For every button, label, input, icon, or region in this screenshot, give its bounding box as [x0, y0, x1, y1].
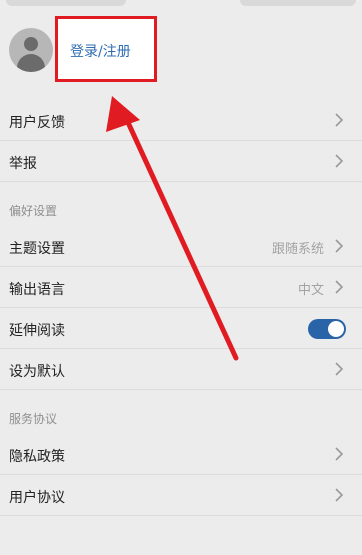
avatar-body [17, 54, 45, 72]
avatar-head [24, 37, 38, 51]
row-report[interactable]: 举报 [0, 141, 362, 182]
row-privacy-policy[interactable]: 隐私政策 [0, 434, 362, 475]
row-label: 设为默认 [9, 364, 65, 380]
chevron-right-icon [335, 362, 344, 376]
row-extended-reading: 延伸阅读 [0, 308, 362, 349]
chevron-right-icon [335, 488, 344, 502]
login-register-link[interactable]: 登录/注册 [70, 41, 131, 61]
section-title-service: 服务协议 [9, 412, 58, 426]
row-user-agreement[interactable]: 用户协议 [0, 475, 362, 516]
settings-screen: 登录/注册 用户反馈 举报 偏好设置 主题设置 跟随系统 输出语言 中文 延伸阅… [0, 0, 362, 555]
avatar-icon[interactable] [9, 28, 53, 72]
top-card-right-edge [240, 0, 356, 6]
profile-header: 登录/注册 [0, 16, 362, 86]
chevron-right-icon [335, 239, 344, 253]
row-label: 主题设置 [9, 241, 65, 257]
row-label: 用户反馈 [9, 115, 65, 131]
chevron-right-icon [335, 154, 344, 168]
row-label: 隐私政策 [9, 449, 65, 465]
row-label: 用户协议 [9, 490, 65, 506]
row-theme-settings[interactable]: 主题设置 跟随系统 [0, 226, 362, 267]
chevron-right-icon [335, 113, 344, 127]
top-card-left-edge [6, 0, 126, 6]
row-label: 输出语言 [9, 282, 65, 298]
row-label: 延伸阅读 [9, 323, 65, 339]
extended-reading-toggle[interactable] [308, 319, 346, 339]
row-value: 中文 [297, 283, 324, 298]
row-label: 举报 [9, 156, 37, 172]
row-user-feedback[interactable]: 用户反馈 [0, 100, 362, 141]
toggle-knob [328, 321, 344, 337]
section-title-preferences: 偏好设置 [9, 204, 58, 218]
row-set-default[interactable]: 设为默认 [0, 349, 362, 390]
row-value: 跟随系统 [271, 242, 324, 257]
chevron-right-icon [335, 447, 344, 461]
settings-list: 用户反馈 举报 偏好设置 主题设置 跟随系统 输出语言 中文 延伸阅读 设为默认… [0, 100, 362, 516]
login-register-highlight[interactable]: 登录/注册 [55, 16, 157, 82]
row-output-language[interactable]: 输出语言 中文 [0, 267, 362, 308]
chevron-right-icon [335, 280, 344, 294]
